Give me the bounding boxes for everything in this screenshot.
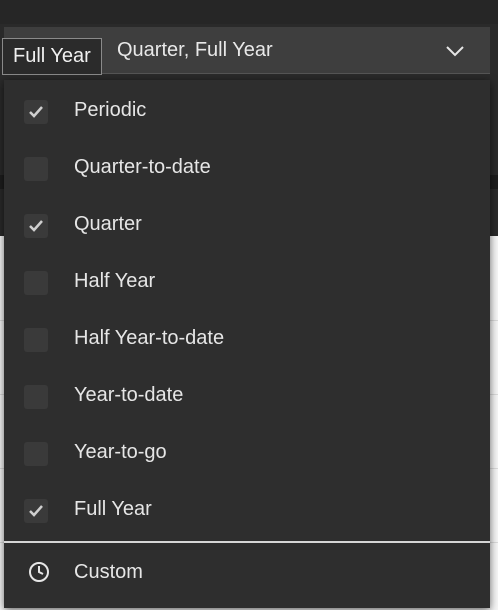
checkbox[interactable] [24, 385, 48, 409]
custom-label: Custom [74, 561, 143, 583]
period-select-value: Quarter, Full Year [117, 39, 273, 61]
option-full-year[interactable]: Full Year [4, 482, 490, 538]
option-label: Periodic [74, 99, 147, 121]
option-quarter[interactable]: Quarter [4, 197, 490, 253]
option-label: Year-to-go [74, 441, 167, 463]
option-year-to-go[interactable]: Year-to-go [4, 425, 490, 481]
checkbox[interactable] [24, 442, 48, 466]
option-label: Half Year-to-date [74, 327, 225, 349]
checkbox[interactable] [24, 100, 48, 124]
period-dropdown-menu: Periodic Quarter-to-date Quarter Half Ye… [4, 80, 490, 608]
option-label: Quarter-to-date [74, 156, 211, 178]
checkbox[interactable] [24, 157, 48, 181]
chevron-down-icon[interactable] [444, 41, 466, 61]
clock-icon [29, 562, 49, 582]
checkbox[interactable] [24, 499, 48, 523]
checkbox[interactable] [24, 328, 48, 352]
check-icon [29, 505, 43, 517]
check-icon [29, 220, 43, 232]
option-half-year-to-date[interactable]: Half Year-to-date [4, 311, 490, 367]
option-label: Quarter [74, 213, 142, 235]
option-label: Year-to-date [74, 384, 184, 406]
custom-option[interactable]: Custom [4, 544, 490, 602]
option-quarter-to-date[interactable]: Quarter-to-date [4, 140, 490, 196]
option-label: Half Year [74, 270, 156, 292]
option-half-year[interactable]: Half Year [4, 254, 490, 310]
background-top-band [0, 0, 498, 24]
option-periodic[interactable]: Periodic [4, 83, 490, 139]
checkbox[interactable] [24, 214, 48, 238]
checkbox[interactable] [24, 271, 48, 295]
option-year-to-date[interactable]: Year-to-date [4, 368, 490, 424]
check-icon [29, 106, 43, 118]
menu-divider [4, 541, 490, 543]
tooltip: Full Year [2, 38, 102, 75]
option-label: Full Year [74, 498, 152, 520]
